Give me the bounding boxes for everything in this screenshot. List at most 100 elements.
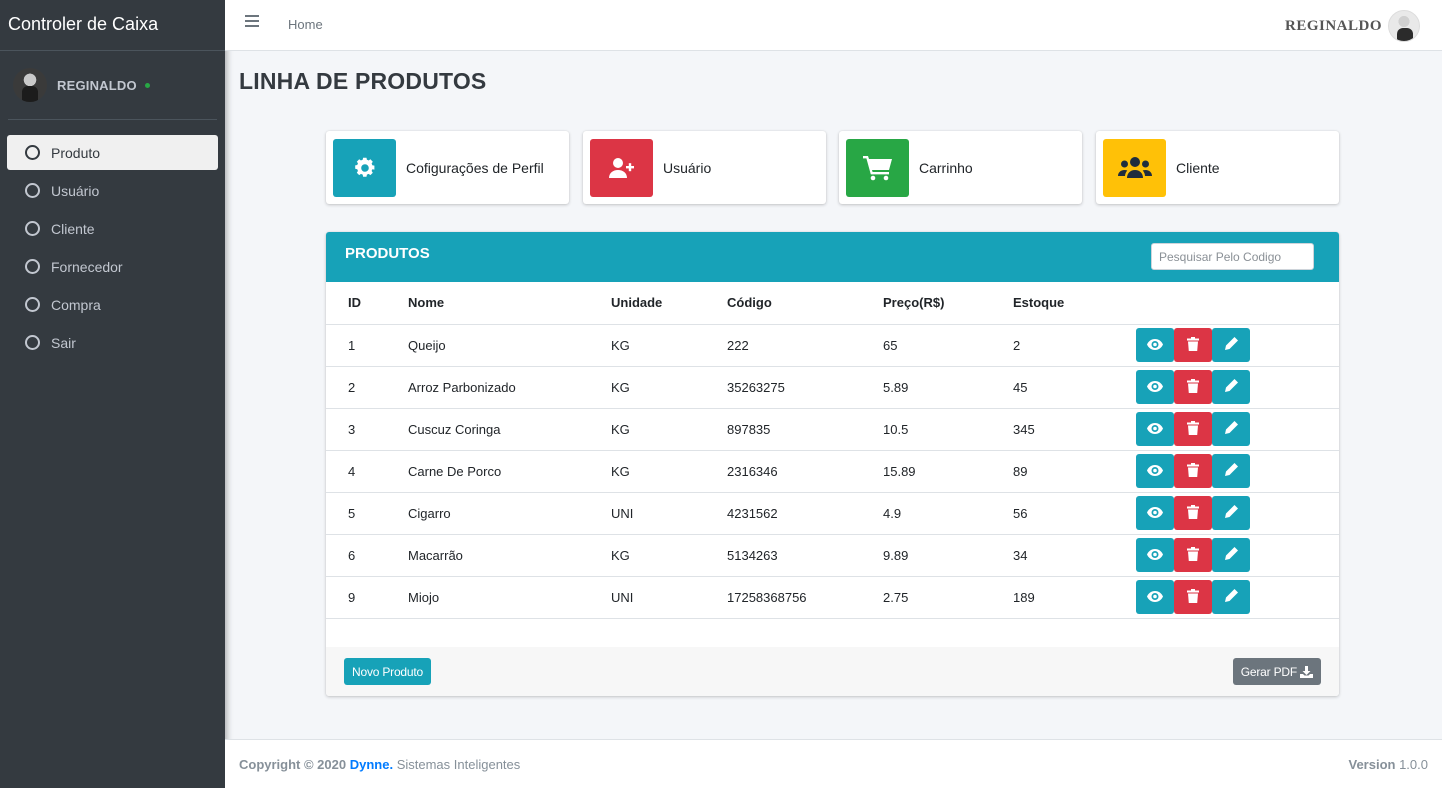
top-user-name[interactable]: REGINALDO: [1285, 18, 1382, 35]
table-row[interactable]: 4 Carne De Porco KG 2316346 15.89 89: [326, 450, 1339, 493]
sidebar-item-label: Usuário: [51, 182, 100, 199]
table-row[interactable]: 2 Arroz Parbonizado KG 35263275 5.89 45: [326, 366, 1339, 409]
sidebar-item-label: Produto: [51, 144, 101, 161]
cell-unidade: KG: [611, 324, 727, 367]
sidebar-item-produto[interactable]: Produto: [7, 135, 218, 170]
table-row[interactable]: 3 Cuscuz Coringa KG 897835 10.5 345: [326, 408, 1339, 451]
cell-codigo: 35263275: [727, 366, 883, 409]
trash-icon: [1187, 462, 1199, 480]
cell-id: 1: [326, 324, 408, 367]
cell-codigo: 2316346: [727, 450, 883, 493]
cell-codigo: 5134263: [727, 534, 883, 577]
info-box-label: Cofigurações de Perfil: [406, 159, 544, 176]
info-box-usuario[interactable]: Usuário: [583, 131, 826, 204]
cell-actions: [1136, 576, 1339, 619]
circle-icon: [25, 259, 40, 274]
menu-toggle-icon[interactable]: [245, 15, 259, 27]
view-button[interactable]: [1136, 496, 1174, 530]
cell-id: 9: [326, 576, 408, 619]
company-link[interactable]: Dynne.: [350, 757, 393, 772]
delete-button[interactable]: [1174, 370, 1212, 404]
products-table: ID Nome Unidade Código Preço(R$) Estoque…: [326, 282, 1339, 619]
sidebar-item-usuario[interactable]: Usuário: [7, 173, 218, 208]
sidebar-item-sair[interactable]: Sair: [7, 325, 218, 360]
info-box-label: Cliente: [1176, 159, 1220, 176]
view-button[interactable]: [1136, 580, 1174, 614]
user-panel: REGINALDO: [8, 51, 217, 120]
cell-preco: 2.75: [883, 576, 1013, 619]
table-row[interactable]: 9 Miojo UNI 17258368756 2.75 189: [326, 576, 1339, 619]
pencil-icon: [1224, 547, 1238, 563]
view-button[interactable]: [1136, 370, 1174, 404]
edit-button[interactable]: [1212, 538, 1250, 572]
cell-preco: 5.89: [883, 366, 1013, 409]
delete-button[interactable]: [1174, 328, 1212, 362]
new-product-label: Novo Produto: [352, 664, 423, 679]
column-header-estoque[interactable]: Estoque: [1013, 282, 1136, 325]
eye-icon: [1147, 380, 1163, 395]
edit-button[interactable]: [1212, 328, 1250, 362]
info-box-perfil[interactable]: Cofigurações de Perfil: [326, 131, 569, 204]
table-row[interactable]: 1 Queijo KG 222 65 2: [326, 324, 1339, 367]
delete-button[interactable]: [1174, 496, 1212, 530]
pencil-icon: [1224, 589, 1238, 605]
circle-icon: [25, 183, 40, 198]
view-button[interactable]: [1136, 412, 1174, 446]
delete-button[interactable]: [1174, 580, 1212, 614]
cell-id: 3: [326, 408, 408, 451]
gear-icon: [333, 138, 396, 197]
cell-preco: 15.89: [883, 450, 1013, 493]
eye-icon: [1147, 548, 1163, 563]
column-header-preco[interactable]: Preço(R$): [883, 282, 1013, 325]
copyright-text: Copyright © 2020: [239, 757, 347, 772]
table-row[interactable]: 5 Cigarro UNI 4231562 4.9 56: [326, 492, 1339, 535]
sidebar-item-compra[interactable]: Compra: [7, 287, 218, 322]
new-product-button[interactable]: Novo Produto: [344, 658, 431, 685]
trash-icon: [1187, 546, 1199, 564]
view-button[interactable]: [1136, 328, 1174, 362]
cell-actions: [1136, 324, 1339, 367]
cell-actions: [1136, 366, 1339, 409]
cell-actions: [1136, 408, 1339, 451]
cell-unidade: KG: [611, 450, 727, 493]
edit-button[interactable]: [1212, 496, 1250, 530]
column-header-id[interactable]: ID: [326, 282, 408, 325]
sidebar-item-cliente[interactable]: Cliente: [7, 211, 218, 246]
edit-button[interactable]: [1212, 412, 1250, 446]
view-button[interactable]: [1136, 454, 1174, 488]
delete-button[interactable]: [1174, 454, 1212, 488]
cell-nome: Miojo: [408, 576, 611, 619]
delete-button[interactable]: [1174, 538, 1212, 572]
search-input[interactable]: [1151, 243, 1314, 270]
generate-pdf-button[interactable]: Gerar PDF: [1232, 658, 1321, 685]
top-navbar: Home REGINALDO: [225, 0, 1442, 51]
column-header-nome[interactable]: Nome: [408, 282, 611, 325]
top-user-menu[interactable]: REGINALDO: [1285, 10, 1420, 42]
edit-button[interactable]: [1212, 454, 1250, 488]
trash-icon: [1187, 588, 1199, 606]
cell-preco: 4.9: [883, 492, 1013, 535]
cell-estoque: 2: [1013, 324, 1136, 367]
home-link[interactable]: Home: [288, 17, 323, 32]
avatar[interactable]: [13, 68, 47, 102]
cell-actions: [1136, 534, 1339, 577]
cell-nome: Arroz Parbonizado: [408, 366, 611, 409]
card-header: PRODUTOS: [326, 232, 1339, 282]
sidebar-item-label: Fornecedor: [51, 258, 123, 275]
eye-icon: [1147, 590, 1163, 605]
column-header-codigo[interactable]: Código: [727, 282, 883, 325]
column-header-unidade[interactable]: Unidade: [611, 282, 727, 325]
sidebar-user-name[interactable]: REGINALDO: [57, 78, 137, 93]
sidebar-item-fornecedor[interactable]: Fornecedor: [7, 249, 218, 284]
cell-estoque: 56: [1013, 492, 1136, 535]
sidebar-item-label: Compra: [51, 296, 101, 313]
edit-button[interactable]: [1212, 370, 1250, 404]
avatar[interactable]: [1388, 10, 1420, 42]
delete-button[interactable]: [1174, 412, 1212, 446]
info-box-cliente[interactable]: Cliente: [1096, 131, 1339, 204]
table-row[interactable]: 6 Macarrão KG 5134263 9.89 34: [326, 534, 1339, 577]
brand-title[interactable]: Controler de Caixa: [0, 0, 225, 51]
view-button[interactable]: [1136, 538, 1174, 572]
edit-button[interactable]: [1212, 580, 1250, 614]
info-box-carrinho[interactable]: Carrinho: [839, 131, 1082, 204]
